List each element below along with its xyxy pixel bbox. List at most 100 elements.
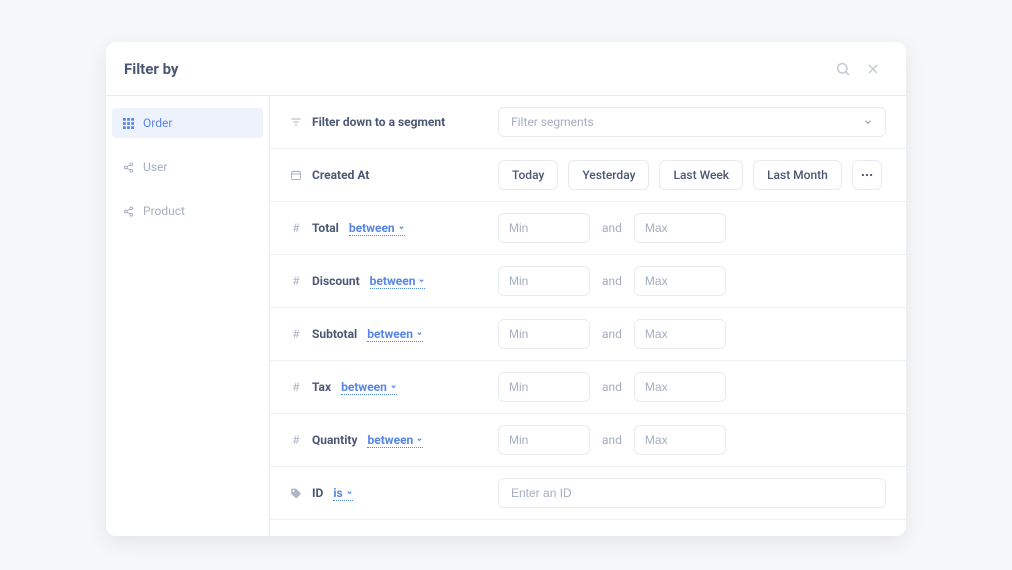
range-operator[interactable]: between bbox=[367, 433, 423, 448]
chevron-down-icon bbox=[863, 117, 873, 127]
range-operator-text: between bbox=[370, 274, 416, 288]
row-control bbox=[498, 478, 886, 508]
row-label: # Quantity between bbox=[290, 433, 498, 448]
chevron-down-icon bbox=[416, 436, 423, 443]
row-label: # Subtotal between bbox=[290, 327, 498, 342]
range-max-input[interactable] bbox=[634, 319, 726, 349]
range-field-label: Discount bbox=[312, 274, 360, 288]
row-label: Created At bbox=[290, 168, 498, 182]
and-separator: and bbox=[602, 274, 622, 288]
id-label: ID bbox=[312, 486, 323, 500]
created-at-row: Created At Today Yesterday Last Week Las… bbox=[270, 149, 906, 202]
filter-dialog: Filter by Order User bbox=[106, 42, 906, 536]
calendar-icon bbox=[290, 169, 302, 181]
preset-today[interactable]: Today bbox=[498, 160, 558, 190]
grid-icon bbox=[122, 117, 134, 129]
preset-yesterday[interactable]: Yesterday bbox=[568, 160, 649, 190]
range-operator-text: between bbox=[349, 221, 395, 235]
range-max-input[interactable] bbox=[634, 213, 726, 243]
range-row: # Tax between and bbox=[270, 361, 906, 414]
range-field-label: Tax bbox=[312, 380, 331, 394]
range-operator[interactable]: between bbox=[349, 221, 405, 236]
number-icon: # bbox=[290, 434, 302, 446]
filter-icon bbox=[290, 116, 302, 128]
segment-row: Filter down to a segment Filter segments bbox=[270, 96, 906, 149]
preset-last-week[interactable]: Last Week bbox=[659, 160, 743, 190]
and-separator: and bbox=[602, 221, 622, 235]
sidebar-item-label: User bbox=[143, 160, 167, 174]
row-control: and bbox=[498, 319, 886, 349]
segment-select[interactable]: Filter segments bbox=[498, 107, 886, 137]
range-max-input[interactable] bbox=[634, 372, 726, 402]
share-icon bbox=[122, 161, 134, 173]
row-control: and bbox=[498, 372, 886, 402]
range-operator[interactable]: between bbox=[341, 380, 397, 395]
sidebar-item-order[interactable]: Order bbox=[112, 108, 263, 138]
and-separator: and bbox=[602, 433, 622, 447]
and-separator: and bbox=[602, 327, 622, 341]
dialog-header: Filter by bbox=[106, 42, 906, 96]
chevron-down-icon bbox=[416, 330, 423, 337]
ellipsis-icon bbox=[860, 168, 874, 182]
sidebar-item-user[interactable]: User bbox=[112, 152, 263, 182]
id-input[interactable] bbox=[498, 478, 886, 508]
range-row: # Subtotal between and bbox=[270, 308, 906, 361]
range-min-input[interactable] bbox=[498, 319, 590, 349]
range-operator[interactable]: between bbox=[370, 274, 426, 289]
range-operator-text: between bbox=[367, 433, 413, 447]
row-label: ID is bbox=[290, 486, 498, 501]
segment-placeholder: Filter segments bbox=[511, 115, 594, 129]
number-icon: # bbox=[290, 275, 302, 287]
close-button[interactable] bbox=[858, 54, 888, 84]
created-at-label: Created At bbox=[312, 168, 369, 182]
dialog-body: Order User Product bbox=[106, 96, 906, 536]
chevron-down-icon bbox=[346, 489, 353, 496]
close-icon bbox=[866, 62, 880, 76]
main-panel: Filter down to a segment Filter segments… bbox=[270, 96, 906, 536]
range-field-label: Total bbox=[312, 221, 339, 235]
range-row: # Discount between and bbox=[270, 255, 906, 308]
range-min-input[interactable] bbox=[498, 425, 590, 455]
range-row: # Total between and bbox=[270, 202, 906, 255]
id-operator[interactable]: is bbox=[333, 486, 352, 501]
next-row bbox=[270, 520, 906, 536]
id-operator-text: is bbox=[333, 486, 342, 500]
range-min-input[interactable] bbox=[498, 266, 590, 296]
range-field-label: Subtotal bbox=[312, 327, 357, 341]
row-label: # Discount between bbox=[290, 274, 498, 289]
chevron-down-icon bbox=[398, 224, 405, 231]
row-control: Filter segments bbox=[498, 107, 886, 137]
segment-label: Filter down to a segment bbox=[312, 115, 445, 129]
sidebar-item-label: Product bbox=[143, 204, 185, 218]
range-row: # Quantity between and bbox=[270, 414, 906, 467]
range-min-input[interactable] bbox=[498, 372, 590, 402]
sidebar-item-label: Order bbox=[143, 116, 172, 130]
number-icon: # bbox=[290, 328, 302, 340]
range-field-label: Quantity bbox=[312, 433, 357, 447]
search-button[interactable] bbox=[828, 54, 858, 84]
range-operator-text: between bbox=[367, 327, 413, 341]
and-separator: and bbox=[602, 380, 622, 394]
tag-icon bbox=[290, 487, 302, 499]
row-label: # Total between bbox=[290, 221, 498, 236]
page-title: Filter by bbox=[124, 60, 828, 78]
row-label: Filter down to a segment bbox=[290, 115, 498, 129]
share-icon bbox=[122, 205, 134, 217]
range-max-input[interactable] bbox=[634, 266, 726, 296]
range-min-input[interactable] bbox=[498, 213, 590, 243]
range-max-input[interactable] bbox=[634, 425, 726, 455]
preset-last-month[interactable]: Last Month bbox=[753, 160, 842, 190]
sidebar: Order User Product bbox=[106, 96, 270, 536]
chevron-down-icon bbox=[390, 383, 397, 390]
chevron-down-icon bbox=[418, 277, 425, 284]
row-control: and bbox=[498, 425, 886, 455]
row-control: and bbox=[498, 266, 886, 296]
range-operator[interactable]: between bbox=[367, 327, 423, 342]
sidebar-item-product[interactable]: Product bbox=[112, 196, 263, 226]
row-label: # Tax between bbox=[290, 380, 498, 395]
number-icon: # bbox=[290, 381, 302, 393]
more-presets-button[interactable] bbox=[852, 160, 882, 190]
id-row: ID is bbox=[270, 467, 906, 520]
row-control: Today Yesterday Last Week Last Month bbox=[498, 160, 886, 190]
range-operator-text: between bbox=[341, 380, 387, 394]
